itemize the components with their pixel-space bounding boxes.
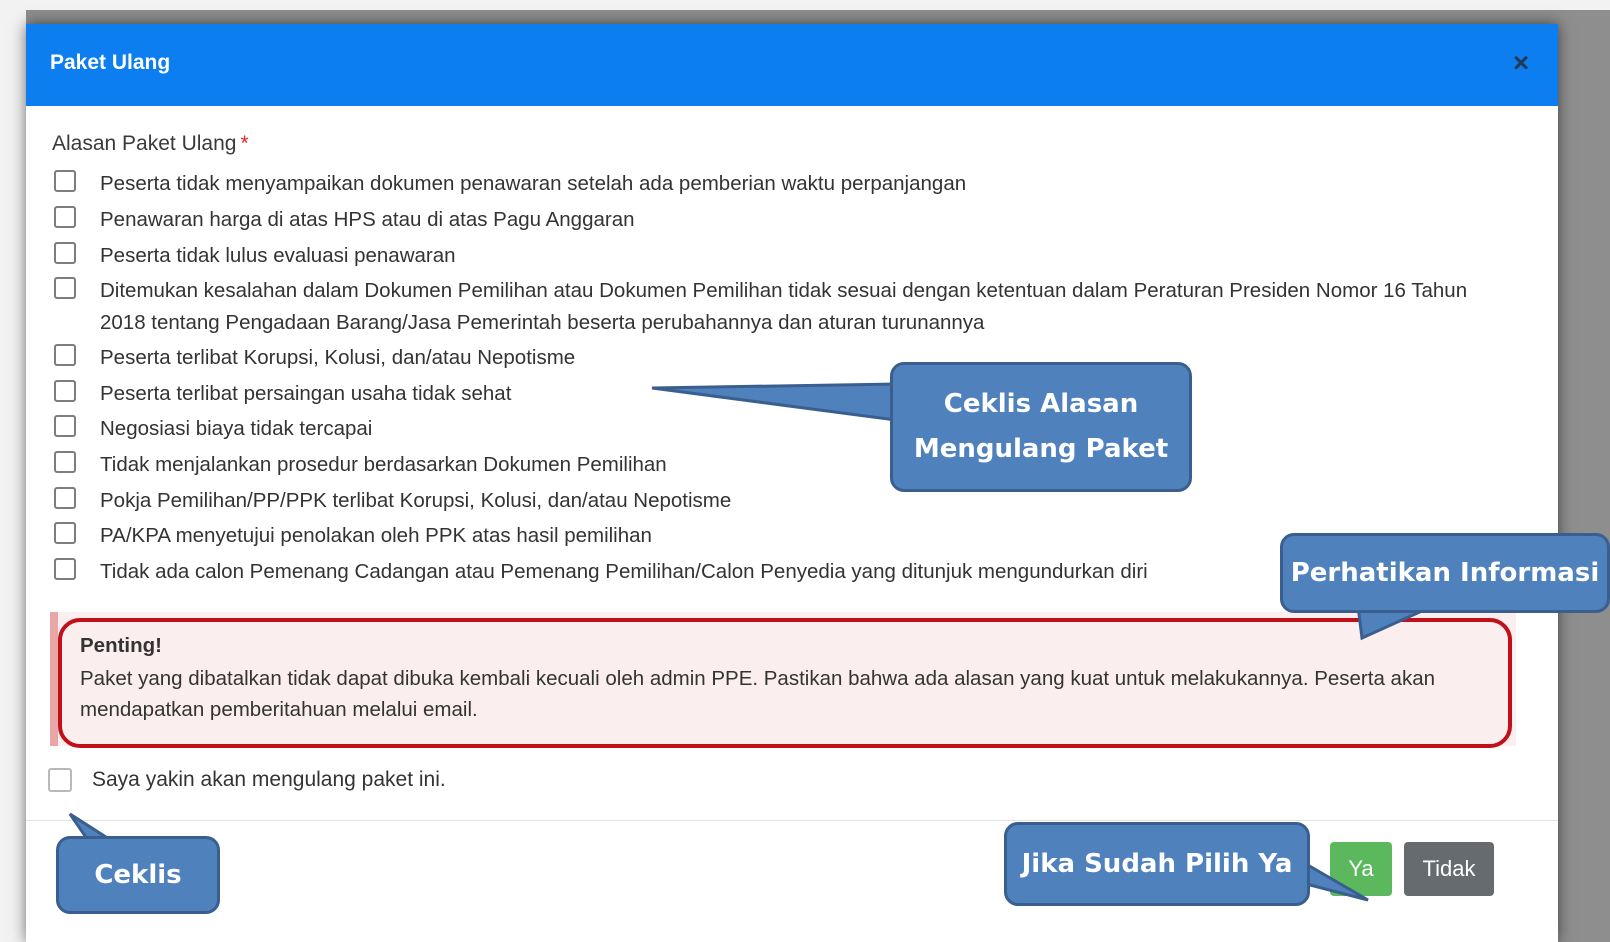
callout-pointer xyxy=(1304,861,1369,902)
callout-yes: Jika Sudah Pilih Ya xyxy=(1004,822,1310,906)
callout-reasons-line1: Ceklis Alasan xyxy=(943,389,1139,419)
callout-pointer xyxy=(651,382,898,422)
callout-info: Perhatikan Informasi xyxy=(1280,533,1610,613)
callout-reasons-line2: Mengulang Paket xyxy=(913,434,1169,464)
callout-reasons: Ceklis Alasan Mengulang Paket xyxy=(890,362,1192,492)
callout-pointers xyxy=(68,382,1429,902)
callout-check: Ceklis xyxy=(56,836,220,914)
